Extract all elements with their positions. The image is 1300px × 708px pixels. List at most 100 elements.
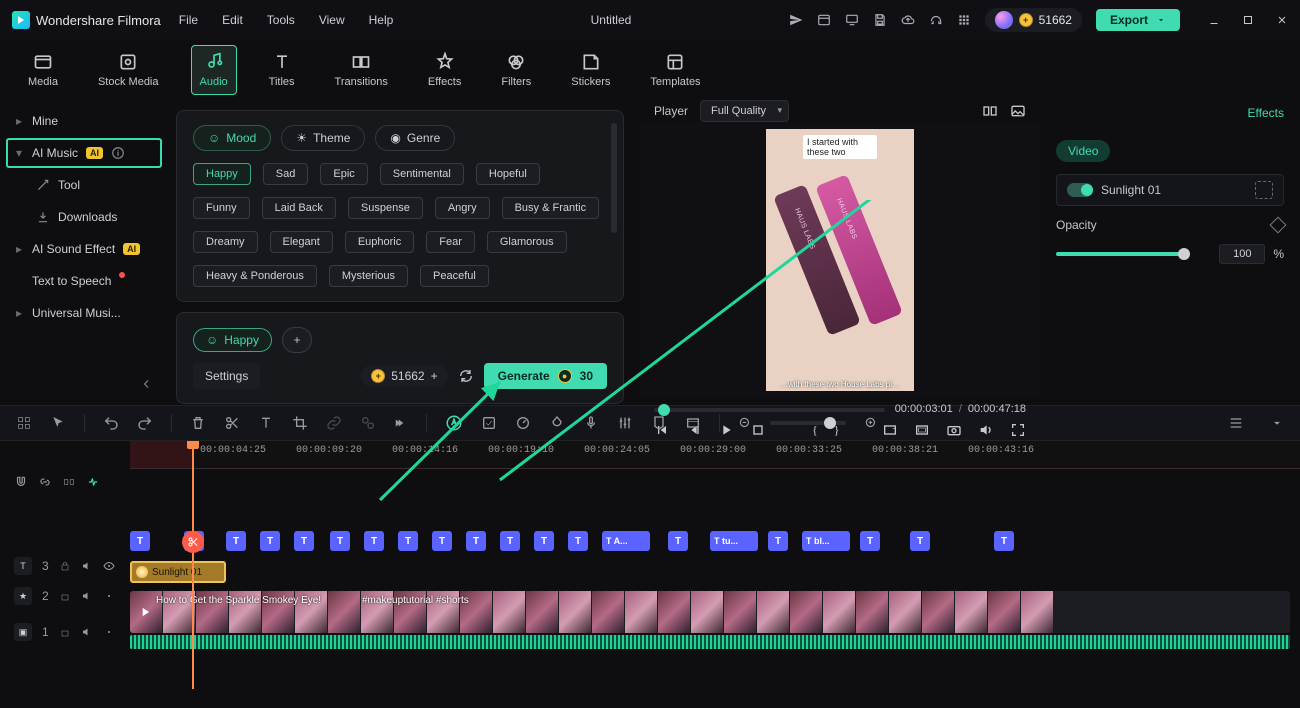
text-clip[interactable]: T <box>768 531 788 551</box>
group-icon[interactable] <box>360 415 376 431</box>
text-clip[interactable]: T <box>500 531 520 551</box>
headphones-icon[interactable] <box>929 13 943 27</box>
text-clip[interactable]: T <box>668 531 688 551</box>
text-clip-wide[interactable]: T A... <box>602 531 650 551</box>
tab-effects[interactable]: Effects <box>420 46 469 94</box>
close-icon[interactable] <box>1276 14 1288 26</box>
send-icon[interactable] <box>789 13 803 27</box>
opacity-value[interactable]: 100 <box>1219 244 1265 264</box>
lock-icon[interactable] <box>59 626 71 638</box>
text-clip[interactable]: T <box>330 531 350 551</box>
sidebar-item-ai-sound-effect[interactable]: ▸AI Sound EffectAI <box>0 234 168 264</box>
monitor-icon[interactable] <box>845 13 859 27</box>
tab-filters[interactable]: Filters <box>493 46 539 94</box>
safe-zone-icon[interactable] <box>914 422 930 438</box>
chip-elegant[interactable]: Elegant <box>270 231 333 253</box>
track-head-2[interactable]: ★2 <box>0 581 130 611</box>
voice-icon[interactable] <box>583 415 599 431</box>
redo-icon[interactable] <box>137 415 153 431</box>
save-icon[interactable] <box>873 13 887 27</box>
tab-media[interactable]: Media <box>20 46 66 94</box>
chip-busy-frantic[interactable]: Busy & Frantic <box>502 197 600 219</box>
fullscreen-icon[interactable] <box>1010 422 1026 438</box>
marker-icon[interactable] <box>651 415 667 431</box>
inspector-tab-effects[interactable]: Effects <box>1248 106 1284 124</box>
chip-laid-back[interactable]: Laid Back <box>262 197 336 219</box>
more-tools-icon[interactable] <box>394 416 408 430</box>
lock-icon[interactable] <box>59 560 71 572</box>
split-marker-icon[interactable] <box>182 531 204 553</box>
select-tool-icon[interactable] <box>16 415 32 431</box>
subtab-theme[interactable]: ☀Theme <box>281 125 365 151</box>
sidebar-item-universal-music[interactable]: ▸Universal Musi... <box>0 298 168 328</box>
text-clip[interactable]: T <box>364 531 384 551</box>
text-clip[interactable]: T <box>260 531 280 551</box>
text-clip[interactable]: T <box>226 531 246 551</box>
chip-peaceful[interactable]: Peaceful <box>420 265 489 287</box>
maximize-icon[interactable] <box>1242 14 1254 26</box>
text-clip[interactable]: T <box>994 531 1014 551</box>
waveform[interactable] <box>130 635 1290 649</box>
menu-file[interactable]: File <box>179 13 198 27</box>
chip-heavy-ponderous[interactable]: Heavy & Ponderous <box>193 265 317 287</box>
tab-templates[interactable]: Templates <box>642 46 708 94</box>
effect-toggle[interactable] <box>1067 183 1093 197</box>
chip-dreamy[interactable]: Dreamy <box>193 231 258 253</box>
timeline-body[interactable]: 00:00:04:25 00:00:09:20 00:00:14:16 00:0… <box>130 441 1300 689</box>
menu-view[interactable]: View <box>319 13 345 27</box>
text-clip-wide[interactable]: T bl... <box>802 531 850 551</box>
tab-audio[interactable]: Audio <box>191 45 237 95</box>
cloud-upload-icon[interactable] <box>901 13 915 27</box>
add-chip-button[interactable]: + <box>282 327 312 353</box>
tab-transitions[interactable]: Transitions <box>327 46 396 94</box>
chip-suspense[interactable]: Suspense <box>348 197 423 219</box>
mute-icon[interactable] <box>81 590 93 602</box>
text-clip[interactable]: T <box>860 531 880 551</box>
menu-tools[interactable]: Tools <box>267 13 295 27</box>
credits-pill[interactable]: + 51662 + <box>361 365 447 387</box>
sidebar-item-mine[interactable]: ▸Mine <box>0 106 168 136</box>
chevron-down-icon[interactable] <box>1270 416 1284 430</box>
zoom-slider[interactable] <box>770 421 846 425</box>
track-head-3[interactable]: T3 <box>0 551 130 581</box>
chip-glamorous[interactable]: Glamorous <box>487 231 567 253</box>
text-clip-wide[interactable]: T tu... <box>710 531 758 551</box>
video-clip[interactable]: How to Get the Sparkle Smokey Eye! #make… <box>130 591 1290 633</box>
speed-icon[interactable] <box>515 415 531 431</box>
tab-titles[interactable]: Titles <box>261 46 303 94</box>
track-head-1[interactable]: ▣1 <box>0 617 130 647</box>
pointer-tool-icon[interactable] <box>50 415 66 431</box>
text-clip[interactable]: T <box>130 531 150 551</box>
color-icon[interactable] <box>549 415 565 431</box>
inspector-tab-video[interactable]: Video <box>1056 140 1110 162</box>
lock-icon[interactable] <box>59 590 71 602</box>
sidebar-item-tool[interactable]: Tool <box>0 170 168 200</box>
text-clip[interactable]: T <box>432 531 452 551</box>
quality-select[interactable]: Full Quality <box>700 100 789 122</box>
text-clip[interactable]: T <box>398 531 418 551</box>
tab-stickers[interactable]: Stickers <box>563 46 618 94</box>
mute-icon[interactable] <box>81 560 93 572</box>
apps-icon[interactable] <box>957 13 971 27</box>
tab-stock-media[interactable]: Stock Media <box>90 46 167 94</box>
zoom-in-icon[interactable] <box>864 416 878 430</box>
link-icon[interactable] <box>326 415 342 431</box>
chip-hopeful[interactable]: Hopeful <box>476 163 540 185</box>
credit-pill[interactable]: + 51662 <box>985 8 1082 32</box>
chip-angry[interactable]: Angry <box>435 197 490 219</box>
stop-icon[interactable] <box>750 422 766 438</box>
auto-ripple-icon[interactable] <box>86 475 100 489</box>
effect-preset-icon[interactable] <box>1255 181 1273 199</box>
text-clip[interactable]: T <box>568 531 588 551</box>
undo-icon[interactable] <box>103 415 119 431</box>
delete-icon[interactable] <box>190 415 206 431</box>
generate-button[interactable]: Generate ● 30 <box>484 363 607 389</box>
subtab-mood[interactable]: ☺Mood <box>193 125 271 151</box>
snapshot-icon[interactable] <box>946 422 962 438</box>
opacity-slider[interactable] <box>1056 252 1184 256</box>
chip-fear[interactable]: Fear <box>426 231 475 253</box>
compare-icon[interactable] <box>982 103 998 119</box>
chip-sentimental[interactable]: Sentimental <box>380 163 464 185</box>
effect-clip-sunlight[interactable]: Sunlight 01 <box>130 561 226 583</box>
mixer-icon[interactable] <box>617 415 633 431</box>
